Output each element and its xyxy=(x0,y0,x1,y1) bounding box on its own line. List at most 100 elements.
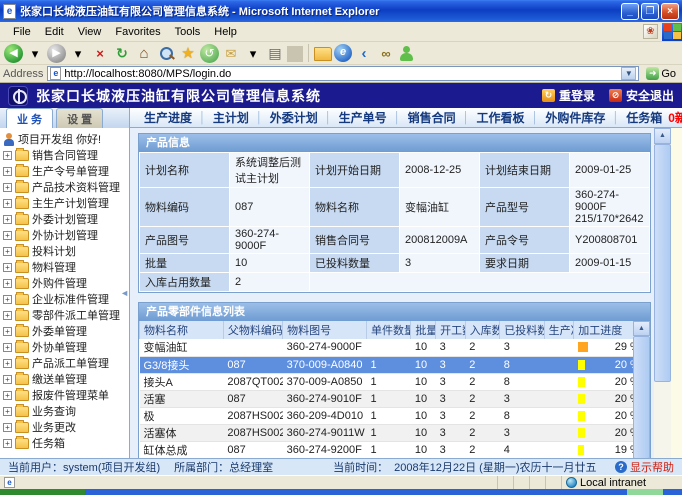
nav-link-6[interactable]: 外购件库存 xyxy=(545,109,605,126)
expand-icon[interactable]: + xyxy=(3,375,12,384)
table-row[interactable]: 变幅油缸360-274-9000F1032329 % xyxy=(140,339,634,356)
table-row[interactable]: 活塞体2087HS002360-274-9011W11032320 % xyxy=(140,424,634,441)
edit-icon[interactable] xyxy=(287,46,303,62)
column-header[interactable]: 已投料数 xyxy=(500,321,544,339)
show-help-link[interactable]: ? 显示帮助 xyxy=(615,459,674,475)
parts-vscrollbar[interactable]: ▲ ▼ xyxy=(633,321,650,458)
tab-settings[interactable]: 设 置 xyxy=(56,108,103,128)
table-row[interactable]: 缸体总成087360-274-9200F11032419 % xyxy=(140,441,634,458)
print-icon[interactable]: ▤ xyxy=(265,44,285,63)
messenger-icon[interactable] xyxy=(398,44,414,62)
favorites-icon[interactable]: ★ xyxy=(178,44,198,63)
column-header[interactable]: 批量 xyxy=(411,321,436,339)
minimize-button[interactable]: _ xyxy=(621,3,639,20)
window-titlebar[interactable]: e 张家口长城液压油缸有限公司管理信息系统 - Microsoft Intern… xyxy=(0,0,682,22)
table-row[interactable]: 活塞087360-274-9010F11032320 % xyxy=(140,390,634,407)
vscroll-thumb[interactable] xyxy=(633,336,650,458)
expand-icon[interactable]: + xyxy=(3,423,12,432)
expand-icon[interactable]: + xyxy=(3,359,12,368)
menu-item-tools[interactable]: Tools xyxy=(168,24,208,40)
logout-link[interactable]: ⊘ 安全退出 xyxy=(609,87,674,104)
nav-link-5[interactable]: 工作看板 xyxy=(476,109,524,126)
tab-business[interactable]: 业 务 xyxy=(6,108,53,128)
tree-node-13[interactable]: +产品派工单管理 xyxy=(3,355,129,371)
tree-node-5[interactable]: +外协计划管理 xyxy=(3,227,129,243)
msn-icon[interactable]: ‹ xyxy=(354,44,374,63)
dropdown-caret-icon[interactable]: ▾ xyxy=(68,44,88,63)
expand-icon[interactable]: + xyxy=(3,183,12,192)
main-vscroll-track[interactable] xyxy=(654,382,671,458)
dropdown-caret-icon[interactable]: ▾ xyxy=(243,44,263,63)
mail-icon[interactable]: ✉ xyxy=(221,44,241,63)
expand-icon[interactable]: + xyxy=(3,391,12,400)
research-icon[interactable]: ∞ xyxy=(376,44,396,63)
main-vscrollbar[interactable]: ▲ xyxy=(654,128,671,458)
address-dropdown-icon[interactable]: ▼ xyxy=(621,67,636,80)
expand-icon[interactable]: + xyxy=(3,327,12,336)
tree-node-4[interactable]: +外委计划管理 xyxy=(3,211,129,227)
table-row[interactable]: 接头A2087QT002370-009-A085011032820 % xyxy=(140,373,634,390)
maximize-button[interactable]: ❐ xyxy=(641,3,659,20)
stop-icon[interactable]: × xyxy=(90,44,110,63)
nav-link-0[interactable]: 生产进度 xyxy=(144,109,192,126)
search-icon[interactable] xyxy=(156,44,176,63)
relogin-link[interactable]: ↻ 重登录 xyxy=(542,87,595,104)
expand-icon[interactable]: + xyxy=(3,247,12,256)
menu-item-edit[interactable]: Edit xyxy=(38,24,71,40)
nav-link-3[interactable]: 生产单号 xyxy=(339,109,387,126)
expand-icon[interactable]: + xyxy=(3,167,12,176)
expand-icon[interactable]: + xyxy=(3,151,12,160)
back-icon[interactable]: ◀ xyxy=(4,44,23,63)
expand-icon[interactable]: + xyxy=(3,279,12,288)
expand-icon[interactable]: + xyxy=(3,231,12,240)
sidebar-collapse-icon[interactable]: ◄ xyxy=(120,288,129,298)
expand-icon[interactable]: + xyxy=(3,311,12,320)
address-input[interactable]: e http://localhost:8080/MPS/login.do ▼ xyxy=(47,66,639,81)
tree-node-9[interactable]: +企业标准件管理 xyxy=(3,291,129,307)
tree-node-16[interactable]: +业务查询 xyxy=(3,403,129,419)
tree-node-10[interactable]: +零部件派工单管理 xyxy=(3,307,129,323)
nav-link-2[interactable]: 外委计划 xyxy=(270,109,318,126)
ie-globe-icon[interactable]: e xyxy=(334,44,352,62)
menu-item-file[interactable]: File xyxy=(6,24,38,40)
refresh-icon[interactable]: ↻ xyxy=(112,44,132,63)
table-row[interactable]: G3/8接头087370-009-A084011032820 % xyxy=(140,356,634,373)
main-scroll-up-icon[interactable]: ▲ xyxy=(654,128,671,144)
tree-node-3[interactable]: +主生产计划管理 xyxy=(3,195,129,211)
forward-icon[interactable]: ▶ xyxy=(47,44,66,63)
tree-node-17[interactable]: +业务更改 xyxy=(3,419,129,435)
expand-icon[interactable]: + xyxy=(3,295,12,304)
column-header[interactable]: 父物料编码 xyxy=(223,321,282,339)
tree-node-2[interactable]: +产品技术资料管理 xyxy=(3,179,129,195)
menu-item-view[interactable]: View xyxy=(71,24,109,40)
tree-node-14[interactable]: +缴送单管理 xyxy=(3,371,129,387)
tree-node-11[interactable]: +外委单管理 xyxy=(3,323,129,339)
expand-icon[interactable]: + xyxy=(3,439,12,448)
nav-link-1[interactable]: 主计划 xyxy=(213,109,249,126)
go-button[interactable]: ➜ Go xyxy=(643,66,679,82)
menu-item-favorites[interactable]: Favorites xyxy=(108,24,167,40)
column-header[interactable]: 生产准备 xyxy=(544,321,574,339)
expand-icon[interactable]: + xyxy=(3,199,12,208)
expand-icon[interactable]: + xyxy=(3,407,12,416)
column-header[interactable]: 开工数 xyxy=(436,321,466,339)
tree-node-15[interactable]: +报废件管理菜单 xyxy=(3,387,129,403)
expand-icon[interactable]: + xyxy=(3,263,12,272)
home-icon[interactable]: ⌂ xyxy=(134,44,154,63)
column-header[interactable]: 物料图号 xyxy=(283,321,367,339)
tree-node-8[interactable]: +外购件管理 xyxy=(3,275,129,291)
column-header[interactable]: 入库数 xyxy=(465,321,500,339)
column-header[interactable]: 单件数量 xyxy=(367,321,411,339)
main-vscroll-thumb[interactable] xyxy=(654,144,671,382)
tree-node-0[interactable]: +销售合同管理 xyxy=(3,147,129,163)
dropdown-caret-icon[interactable]: ▾ xyxy=(25,44,45,63)
scroll-up-icon[interactable]: ▲ xyxy=(633,321,650,336)
close-button[interactable]: × xyxy=(661,3,679,20)
tree-node-18[interactable]: +任务箱 xyxy=(3,435,129,451)
nav-link-4[interactable]: 销售合同 xyxy=(408,109,456,126)
expand-icon[interactable]: + xyxy=(3,343,12,352)
tree-node-1[interactable]: +生产令号单管理 xyxy=(3,163,129,179)
menu-item-help[interactable]: Help xyxy=(207,24,244,40)
tree-node-12[interactable]: +外协单管理 xyxy=(3,339,129,355)
nav-link-7[interactable]: 任务箱 xyxy=(626,109,662,126)
